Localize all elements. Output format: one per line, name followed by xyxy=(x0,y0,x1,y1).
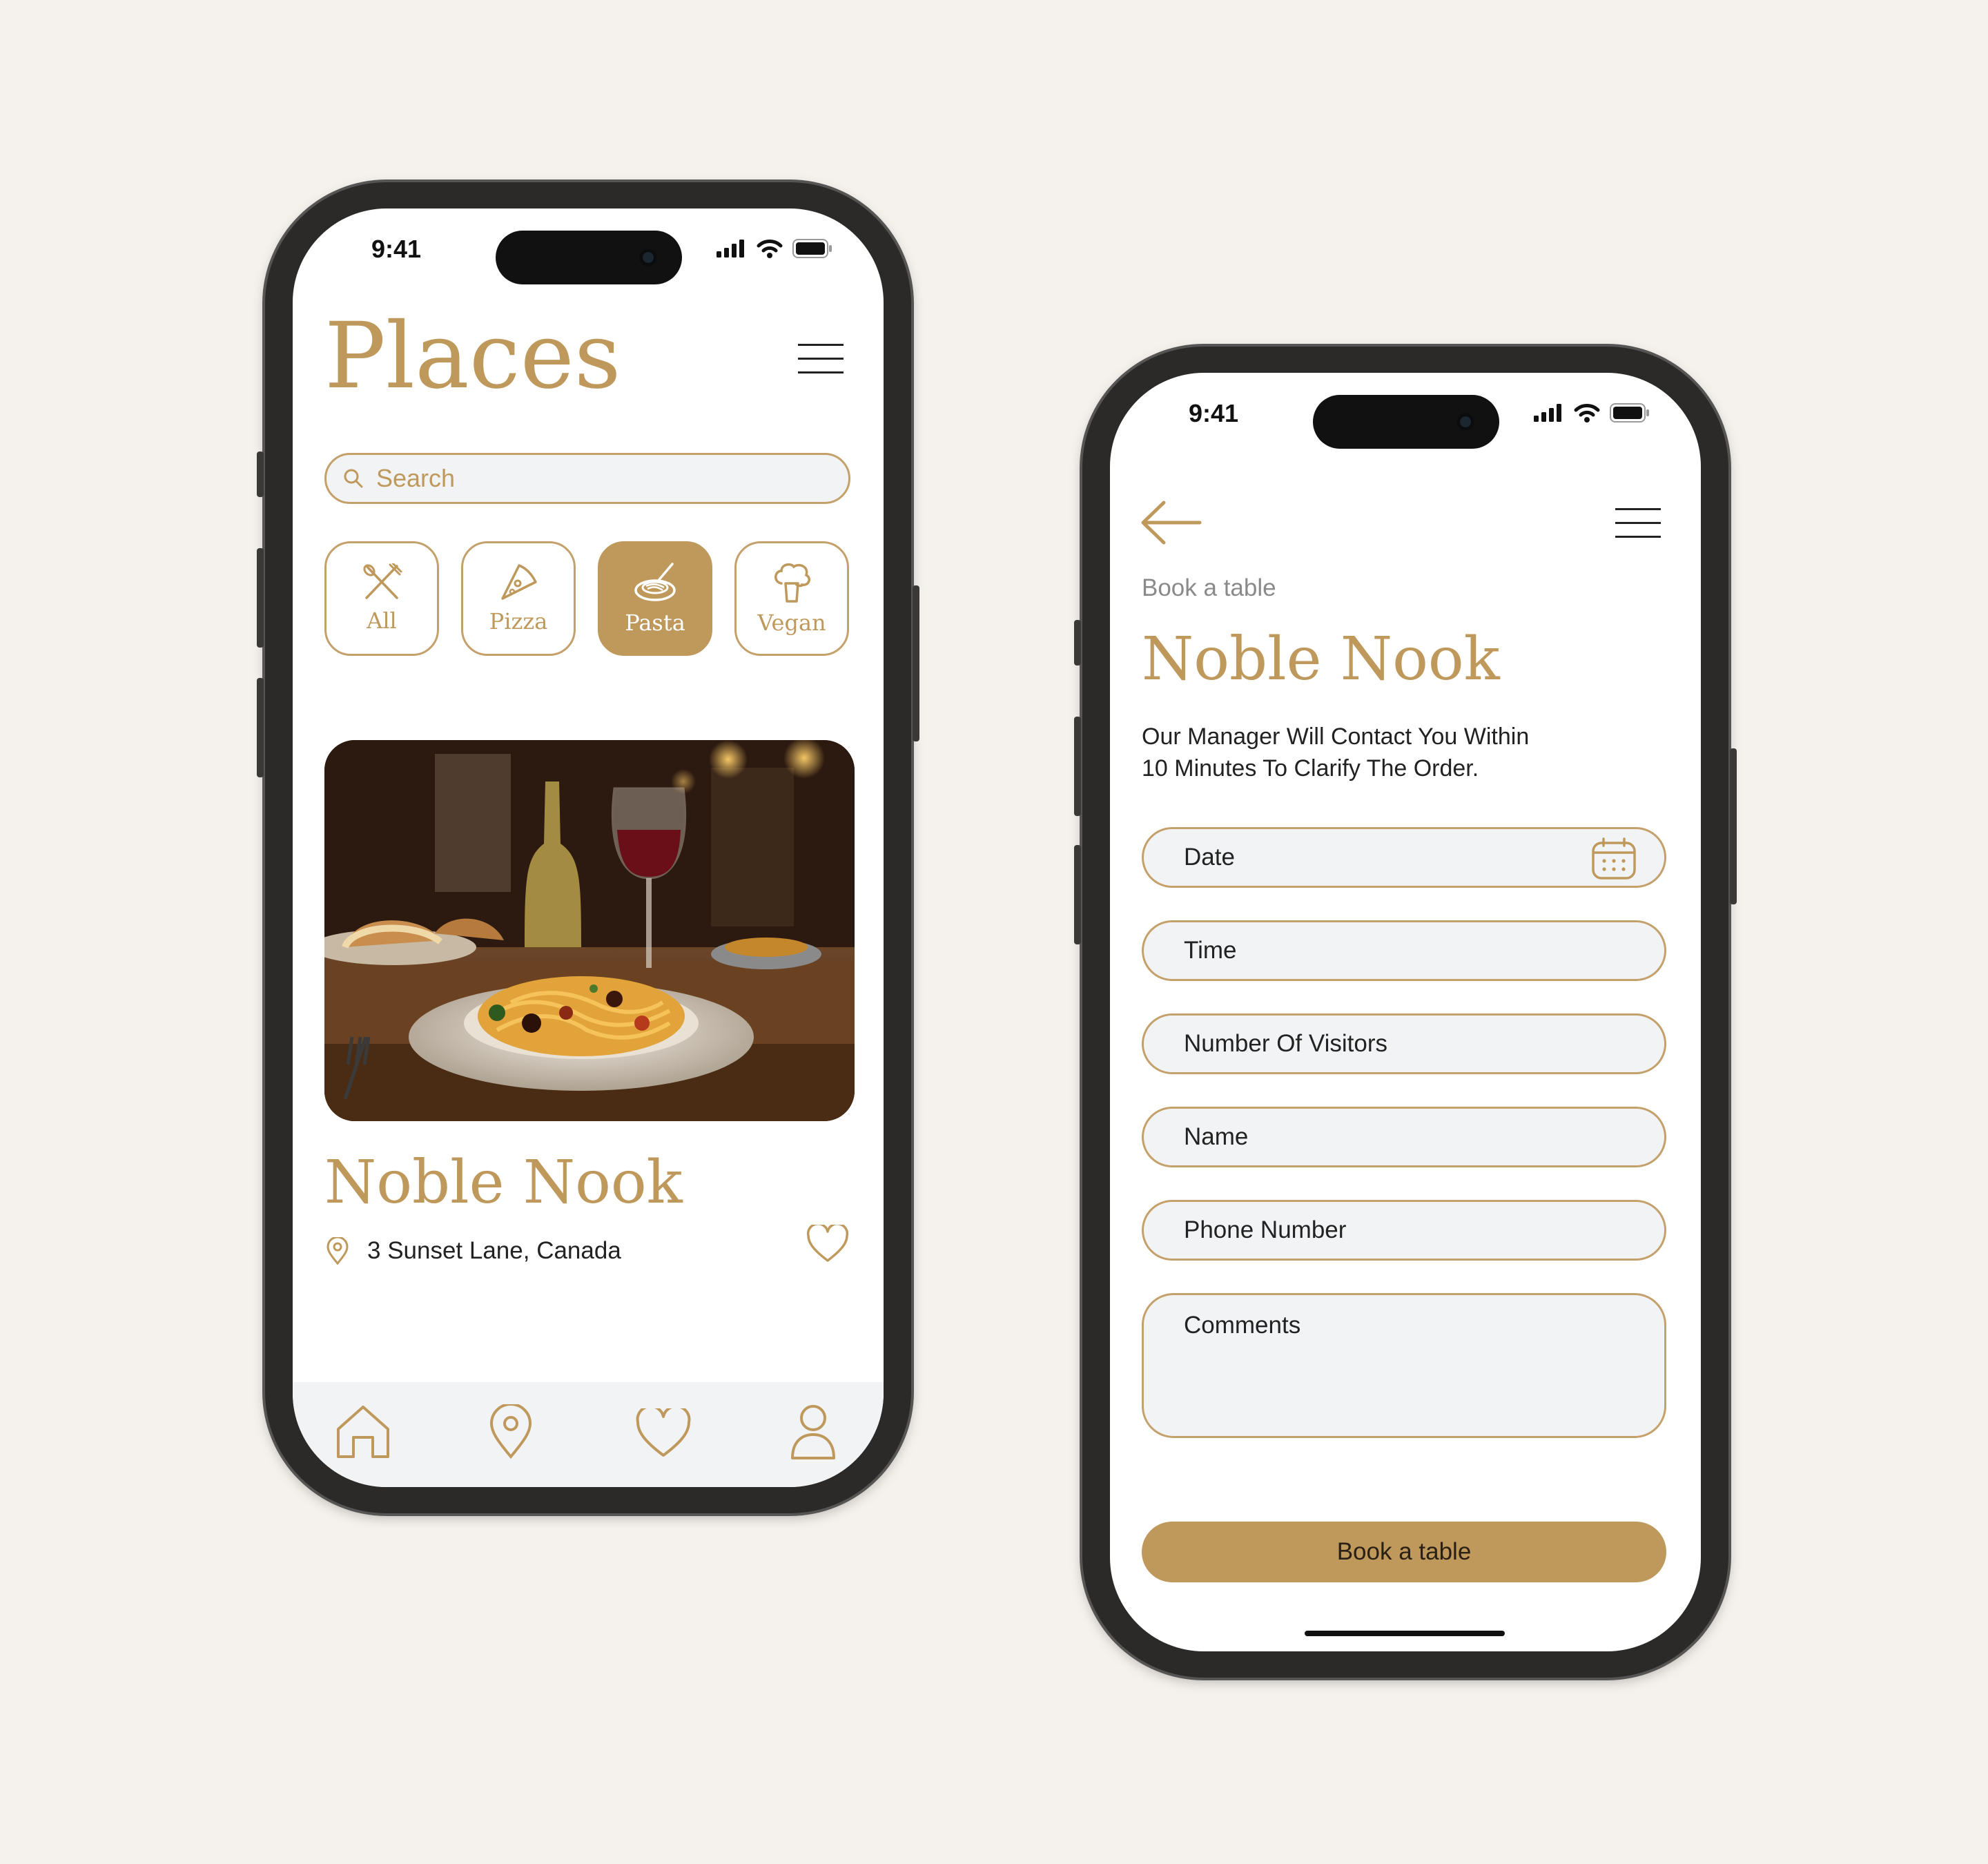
visitors-field[interactable]: Number Of Visitors xyxy=(1142,1013,1666,1074)
phone-field[interactable]: Phone Number xyxy=(1142,1200,1666,1261)
breadcrumb: Book a table xyxy=(1142,574,1276,601)
restaurant-address-row: 3 Sunset Lane, Canada xyxy=(326,1237,621,1265)
book-table-button[interactable]: Book a table xyxy=(1142,1522,1666,1582)
name-field[interactable]: Name xyxy=(1142,1107,1666,1167)
search-placeholder: Search xyxy=(376,464,456,492)
description: Our Manager Will Contact You Within 10 M… xyxy=(1142,721,1529,784)
utensils-icon xyxy=(363,563,402,599)
category-vegan[interactable]: Vegan xyxy=(734,541,849,656)
comments-field[interactable]: Comments xyxy=(1142,1293,1666,1438)
category-label: All xyxy=(367,608,397,634)
arrow-left-icon[interactable] xyxy=(1140,500,1202,545)
comments-label: Comments xyxy=(1184,1312,1301,1339)
calendar-icon[interactable] xyxy=(1591,837,1637,880)
home-indicator xyxy=(1305,1631,1505,1636)
category-all[interactable]: All xyxy=(324,541,439,656)
status-time: 9:41 xyxy=(371,235,422,263)
category-pasta[interactable]: Pasta xyxy=(598,541,712,656)
signal-icon xyxy=(717,240,744,258)
left-screen: 9:41 Places Search All Pizza Pasta Vegan… xyxy=(293,208,884,1487)
right-phone-frame: 9:41 Book a table Noble Nook Our Manager… xyxy=(1074,347,1737,1678)
name-label: Name xyxy=(1184,1123,1249,1150)
status-time: 9:41 xyxy=(1189,399,1239,427)
broccoli-icon xyxy=(774,563,810,603)
phone-label: Phone Number xyxy=(1184,1216,1347,1243)
page-title: Noble Nook xyxy=(1142,625,1500,694)
wifi-icon xyxy=(1574,404,1600,423)
pizza-icon xyxy=(501,564,537,600)
pasta-dish-photo[interactable] xyxy=(324,740,855,1121)
right-screen: 9:41 Book a table Noble Nook Our Manager… xyxy=(1110,373,1701,1651)
hamburger-icon[interactable] xyxy=(1615,508,1661,538)
category-label: Pasta xyxy=(625,610,685,636)
status-icons xyxy=(1534,403,1650,423)
left-phone-frame: 9:41 Places Search All Pizza Pasta Vegan… xyxy=(257,182,919,1513)
hamburger-icon[interactable] xyxy=(798,344,844,374)
signal-icon xyxy=(1534,404,1561,422)
book-table-button-label: Book a table xyxy=(1336,1538,1472,1565)
time-field[interactable]: Time xyxy=(1142,920,1666,981)
home-icon[interactable] xyxy=(334,1403,392,1461)
location-pin-icon xyxy=(327,1237,349,1265)
category-label: Vegan xyxy=(757,610,826,636)
category-pizza[interactable]: Pizza xyxy=(461,541,576,656)
location-pin-icon[interactable] xyxy=(487,1404,534,1459)
time-label: Time xyxy=(1184,937,1237,964)
dynamic-island xyxy=(496,231,682,284)
battery-icon xyxy=(1610,403,1649,423)
bottom-nav xyxy=(293,1382,884,1487)
category-label: Pizza xyxy=(489,608,548,634)
date-field[interactable]: Date xyxy=(1142,827,1666,888)
status-icons xyxy=(717,239,832,258)
user-icon[interactable] xyxy=(790,1403,837,1461)
restaurant-address: 3 Sunset Lane, Canada xyxy=(367,1237,621,1264)
description-line: Our Manager Will Contact You Within xyxy=(1142,724,1530,750)
pasta-icon xyxy=(634,563,676,601)
favorite-heart-icon[interactable] xyxy=(806,1225,849,1263)
date-label: Date xyxy=(1184,844,1235,871)
visitors-label: Number Of Visitors xyxy=(1184,1030,1387,1057)
dynamic-island xyxy=(1313,395,1499,449)
battery-icon xyxy=(792,239,832,258)
page-title: Places xyxy=(324,303,621,409)
search-input[interactable]: Search xyxy=(324,453,850,504)
description-line: 10 Minutes To Clarify The Order. xyxy=(1142,755,1479,781)
heart-icon[interactable] xyxy=(635,1408,692,1458)
wifi-icon xyxy=(757,240,783,258)
restaurant-name[interactable]: Noble Nook xyxy=(324,1153,683,1212)
search-icon xyxy=(344,469,363,488)
